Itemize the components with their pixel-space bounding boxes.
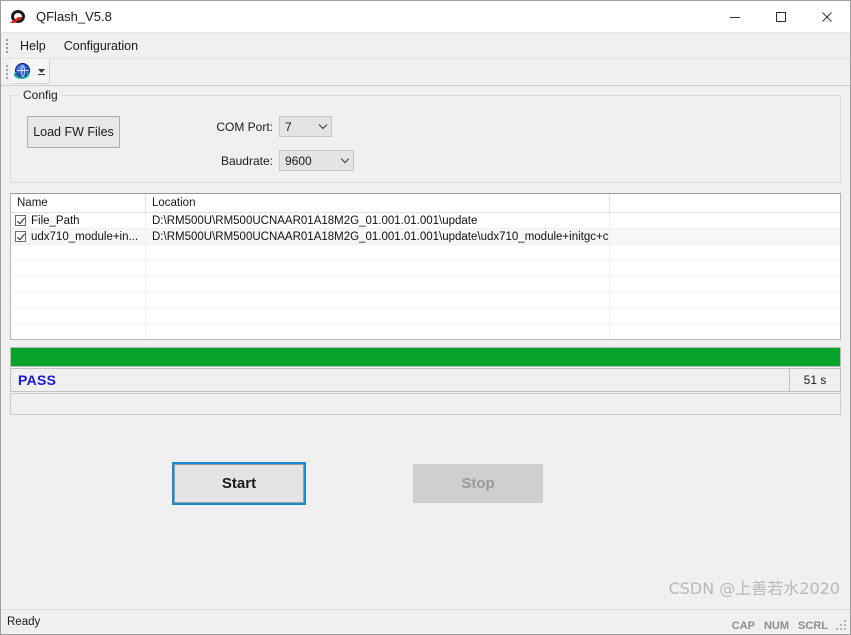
column-header-name[interactable]: Name (11, 194, 146, 212)
com-port-label: COM Port: (216, 119, 273, 134)
maximize-icon[interactable] (758, 1, 804, 32)
toolbar-grip-handle[interactable] (3, 59, 11, 84)
row-location-cell: D:\RM500U\RM500UCNAAR01A18M2G_01.001.01.… (146, 229, 610, 244)
progress-bar (10, 347, 841, 367)
baudrate-label: Baudrate: (220, 153, 273, 168)
config-group: Config Load FW Files COM Port: 7 Baudrat… (10, 88, 841, 183)
baudrate-value: 9600 (285, 153, 312, 168)
config-group-title: Config (19, 88, 62, 102)
table-row-empty (11, 261, 840, 277)
com-port-row: COM Port: 7 (215, 116, 332, 137)
status-bar: Ready CAP NUM SCRL (1, 609, 850, 634)
status-indicator-num: NUM (763, 620, 790, 632)
menu-grip-handle[interactable] (3, 33, 11, 58)
globe-icon[interactable] (13, 61, 33, 81)
client-area: Config Load FW Files COM Port: 7 Baudrat… (1, 86, 850, 609)
start-button[interactable]: Start (172, 462, 306, 505)
baudrate-row: Baudrate: 9600 (215, 150, 354, 171)
elapsed-time: 51 s (789, 369, 840, 391)
quectel-q-logo-icon (10, 8, 28, 26)
tool-bar (1, 59, 850, 86)
row-name-cell: udx710_module+in... (11, 229, 146, 244)
table-row-empty (11, 277, 840, 293)
row-extra-cell (610, 213, 840, 228)
list-header: Name Location (11, 194, 840, 213)
com-port-value: 7 (285, 119, 292, 134)
table-row-empty (11, 293, 840, 309)
row-location-cell: D:\RM500U\RM500UCNAAR01A18M2G_01.001.01.… (146, 213, 610, 228)
qflash-window: QFlash_V5.8 Help Configuration Config Lo… (0, 0, 851, 635)
column-header-extra[interactable] (610, 194, 840, 212)
table-row-empty (11, 309, 840, 325)
row-name-label: File_Path (31, 214, 80, 227)
log-panel (10, 393, 841, 415)
close-icon[interactable] (804, 1, 850, 32)
resize-grip[interactable] (835, 619, 847, 631)
toolbar-panel (11, 59, 50, 84)
com-port-select[interactable]: 7 (279, 116, 332, 137)
column-header-location[interactable]: Location (146, 194, 610, 212)
status-indicator-scrl: SCRL (798, 620, 828, 632)
baudrate-select[interactable]: 9600 (279, 150, 354, 171)
menu-item-help[interactable]: Help (11, 36, 55, 56)
title-bar: QFlash_V5.8 (1, 1, 850, 33)
watermark-text: CSDN @上善若水2020 (668, 579, 840, 598)
minimize-icon[interactable] (712, 1, 758, 32)
load-fw-files-button[interactable]: Load FW Files (27, 116, 120, 148)
status-indicators: CAP NUM SCRL (732, 620, 828, 632)
progress-bar-fill (11, 348, 840, 366)
chevron-down-icon (336, 157, 353, 164)
table-row[interactable]: udx710_module+in... D:\RM500U\RM500UCNAA… (11, 229, 840, 245)
window-controls (712, 1, 850, 32)
table-row-empty (11, 245, 840, 261)
row-name-cell: File_Path (11, 213, 146, 228)
chevron-down-icon[interactable] (36, 67, 47, 76)
chevron-down-icon (314, 123, 331, 130)
stop-button: Stop (413, 464, 543, 503)
firmware-file-list[interactable]: Name Location File_Path D:\RM500U\RM500U… (10, 193, 841, 340)
status-badge: PASS (18, 372, 57, 388)
status-message: Ready (7, 616, 41, 628)
menu-bar: Help Configuration (1, 33, 850, 59)
menu-item-configuration[interactable]: Configuration (55, 36, 147, 56)
row-checkbox[interactable] (15, 215, 26, 226)
row-checkbox[interactable] (15, 231, 26, 242)
status-indicator-cap: CAP (731, 620, 755, 632)
table-row[interactable]: File_Path D:\RM500U\RM500UCNAAR01A18M2G_… (11, 213, 840, 229)
window-title: QFlash_V5.8 (36, 9, 112, 24)
row-name-label: udx710_module+in... (31, 230, 139, 243)
result-bar: PASS 51 s (10, 368, 841, 392)
row-extra-cell (610, 229, 840, 244)
table-row-empty (11, 325, 840, 339)
